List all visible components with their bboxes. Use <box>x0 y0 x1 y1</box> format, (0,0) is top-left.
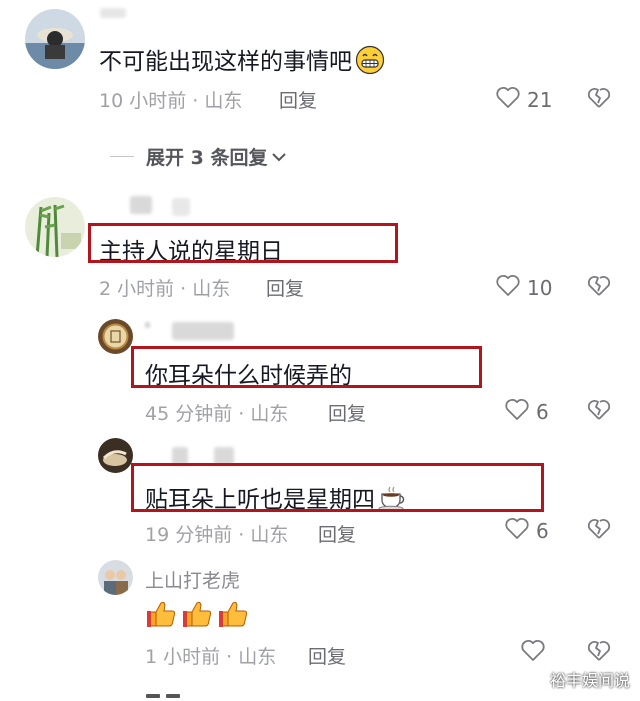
username-blurred <box>172 198 190 216</box>
dislike-button[interactable] <box>586 273 612 301</box>
collapse-replies-button[interactable] <box>140 690 190 701</box>
like-button[interactable]: 6 <box>504 516 549 545</box>
like-count: 10 <box>527 275 553 300</box>
dislike-button[interactable] <box>586 516 612 544</box>
broken-heart-icon <box>586 399 612 425</box>
dislike-button[interactable] <box>586 85 612 113</box>
broken-heart-icon <box>586 640 612 666</box>
divider-line <box>110 156 134 157</box>
like-button[interactable]: 10 <box>495 273 552 302</box>
comment-time: 10 小时前 · 山东 <box>99 90 243 112</box>
like-count: 21 <box>527 87 553 112</box>
username-blurred <box>130 196 152 214</box>
username-blurred <box>145 322 150 328</box>
username[interactable]: 上山打老虎 <box>145 566 240 593</box>
grinning-face-icon <box>355 45 385 81</box>
reply-button[interactable]: 回复 <box>328 399 366 426</box>
highlight-box <box>131 346 482 388</box>
heart-icon <box>495 85 521 114</box>
dislike-button[interactable] <box>586 638 612 666</box>
avatar[interactable] <box>98 438 133 473</box>
dislike-button[interactable] <box>586 397 612 425</box>
reply-button[interactable]: 回复 <box>308 642 346 669</box>
heart-icon <box>504 397 530 426</box>
like-button[interactable]: 21 <box>495 85 552 114</box>
comment-time: 19 分钟前 · 山东 <box>145 524 289 546</box>
avatar[interactable] <box>98 560 133 595</box>
comment-time: 1 小时前 · 山东 <box>145 646 277 668</box>
reply-button[interactable]: 回复 <box>279 86 317 113</box>
like-button[interactable]: 6 <box>504 397 549 426</box>
username-blurred <box>100 8 126 18</box>
username-blurred <box>172 322 234 340</box>
thumbs-up-icon <box>218 598 250 634</box>
like-count: 6 <box>536 518 549 543</box>
like-count: 6 <box>536 399 549 424</box>
clipped-text-fragment <box>166 694 180 698</box>
heart-icon <box>495 273 521 302</box>
heart-icon <box>504 516 530 545</box>
chevron-down-icon <box>271 146 287 168</box>
heart-icon <box>520 638 546 667</box>
avatar[interactable] <box>25 9 85 69</box>
highlight-box <box>88 223 398 263</box>
broken-heart-icon <box>586 87 612 113</box>
broken-heart-icon <box>586 518 612 544</box>
comment-emoji-content <box>146 598 250 634</box>
watermark: 裕丰娱间说 <box>549 671 630 690</box>
like-button[interactable] <box>520 638 546 667</box>
expand-replies-label: 展开 3 条回复 <box>146 147 268 169</box>
expand-replies-button[interactable]: 展开 3 条回复 <box>110 143 287 170</box>
comment-time: 45 分钟前 · 山东 <box>145 403 289 425</box>
thumbs-up-icon <box>146 598 178 634</box>
comment-text: 不可能出现这样的事情吧 <box>99 42 385 81</box>
highlight-box <box>131 463 544 512</box>
reply-button[interactable]: 回复 <box>318 520 356 547</box>
comment-time: 2 小时前 · 山东 <box>99 278 231 300</box>
clipped-text-fragment <box>146 694 160 698</box>
reply-button[interactable]: 回复 <box>266 274 304 301</box>
broken-heart-icon <box>586 275 612 301</box>
avatar[interactable] <box>98 319 133 354</box>
thumbs-up-icon <box>182 598 214 634</box>
avatar[interactable] <box>25 197 85 257</box>
